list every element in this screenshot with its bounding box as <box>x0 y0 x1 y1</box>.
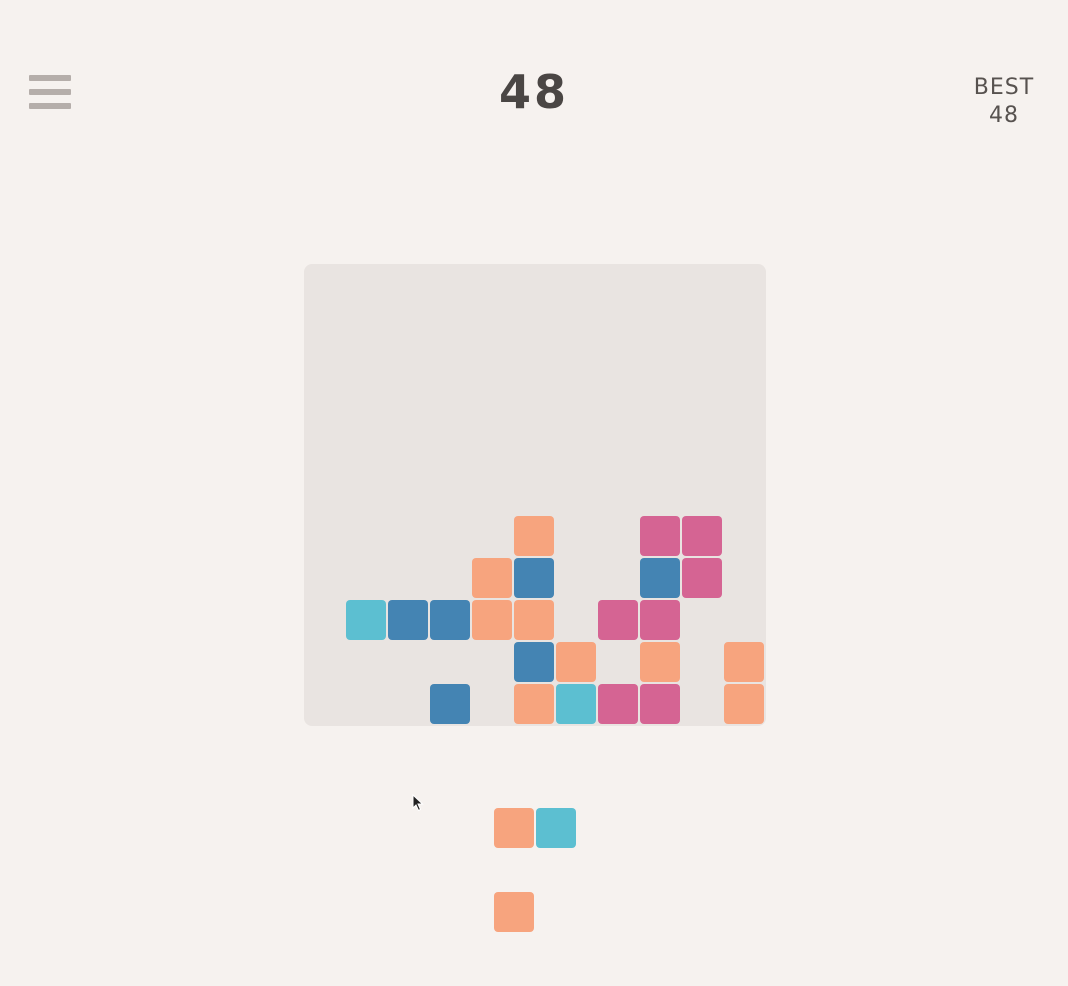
current-score: 48 <box>498 65 569 119</box>
board-block-orange <box>640 642 680 682</box>
best-score: BEST 48 <box>954 74 1054 130</box>
board-block-orange <box>514 684 554 724</box>
piece-tray <box>304 760 766 960</box>
board-block-pink <box>598 600 638 640</box>
board-block-orange <box>514 516 554 556</box>
board-block-orange <box>724 642 764 682</box>
board-block-blue <box>430 600 470 640</box>
game-screen: 48 BEST 48 <box>0 0 1068 986</box>
board-block-pink <box>640 600 680 640</box>
board-block-pink <box>640 684 680 724</box>
board-block-orange <box>472 558 512 598</box>
board-block-blue <box>388 600 428 640</box>
piece-orange-single[interactable] <box>494 892 534 932</box>
board-block-cyan <box>556 684 596 724</box>
board-block-pink <box>640 516 680 556</box>
game-board[interactable] <box>304 264 766 726</box>
menu-bar <box>29 75 71 81</box>
board-block-pink <box>598 684 638 724</box>
board-block-orange <box>472 600 512 640</box>
board-block-orange <box>724 684 764 724</box>
board-block-blue <box>430 684 470 724</box>
board-block-cyan <box>346 600 386 640</box>
board-block-pink <box>682 516 722 556</box>
board-block-orange <box>514 600 554 640</box>
board-block-blue <box>514 558 554 598</box>
hamburger-menu-icon[interactable] <box>28 74 72 112</box>
best-score-label: BEST <box>973 75 1035 100</box>
piece-block-orange <box>494 892 534 932</box>
board-block-blue <box>514 642 554 682</box>
menu-bar <box>29 89 71 95</box>
menu-bar <box>29 103 71 109</box>
board-block-blue <box>640 558 680 598</box>
board-block-orange <box>556 642 596 682</box>
board-block-pink <box>682 558 722 598</box>
best-score-value: 48 <box>989 103 1019 128</box>
piece-block-orange <box>494 808 534 848</box>
piece-orange-cyan-pair[interactable] <box>494 808 576 848</box>
piece-block-cyan <box>536 808 576 848</box>
mouse-pointer-icon <box>412 794 424 812</box>
